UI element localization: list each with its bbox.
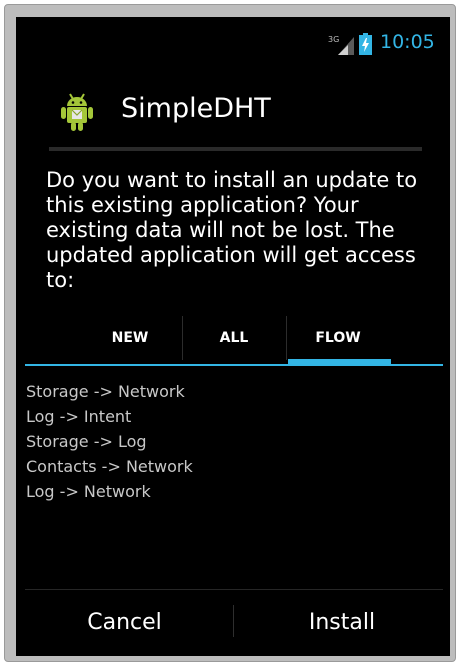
list-item: Log -> Intent [26,407,132,426]
network-signal-icon: 3G [328,35,354,55]
svg-text:3G: 3G [328,35,339,44]
status-clock: 10:05 [380,31,435,53]
list-item: Storage -> Network [26,382,185,401]
battery-icon [359,33,372,55]
screen: 3G 10:05 SimpleDHT Do you want to instal… [16,17,450,656]
tab-underline [25,364,443,366]
list-item: Contacts -> Network [26,457,193,476]
tab-flow[interactable]: FLOW [286,316,390,360]
install-message: Do you want to install an update to this… [46,168,418,292]
tab-new[interactable]: NEW [78,316,182,360]
header-divider [49,147,422,151]
list-item: Log -> Network [26,482,151,501]
flow-list: Storage -> Network Log -> Intent Storage… [26,379,193,504]
button-bar-divider [25,589,443,590]
app-title: SimpleDHT [121,93,271,124]
status-bar: 3G 10:05 [16,17,450,67]
tab-all[interactable]: ALL [182,316,286,360]
device-frame: 3G 10:05 SimpleDHT Do you want to instal… [4,4,456,662]
cancel-button[interactable]: Cancel [16,591,233,653]
permission-tabs: NEW ALL FLOW [78,316,390,360]
list-item: Storage -> Log [26,432,147,451]
install-button[interactable]: Install [234,591,450,653]
android-app-icon [61,93,93,131]
